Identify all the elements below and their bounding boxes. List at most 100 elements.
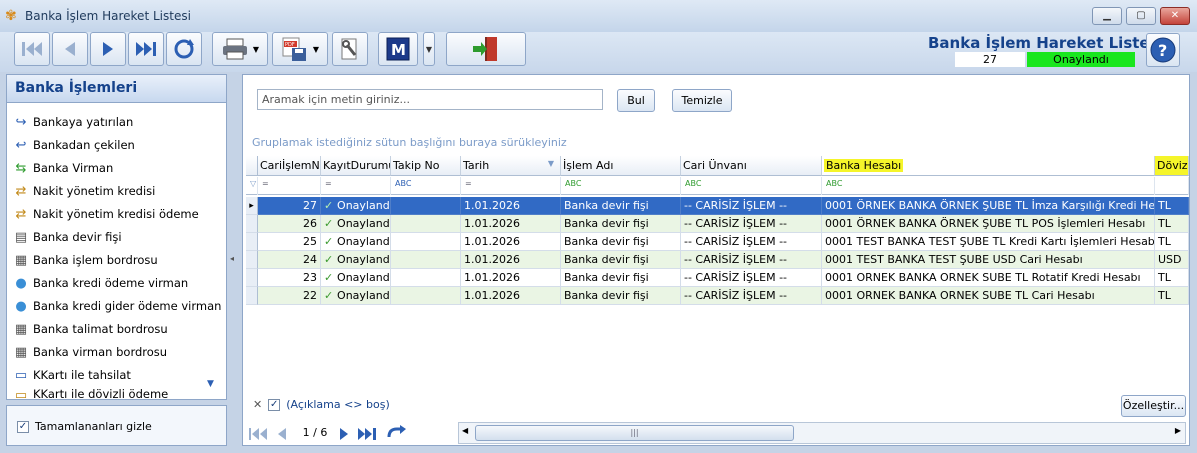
filter-cell[interactable]: = [461, 177, 561, 195]
scroll-down-icon[interactable]: ▼ [207, 379, 214, 389]
cell-cari-unvani[interactable]: -- CARİSİZ İŞLEM -- [681, 287, 822, 305]
sidebar-item-banka-virman-bordrosu[interactable]: ▦ Banka virman bordrosu [13, 342, 167, 362]
filter-text[interactable]: (Açıklama <> boş) [286, 398, 390, 411]
row-indicator[interactable] [246, 287, 258, 305]
cell-cari-unvani[interactable]: -- CARİSİZ İŞLEM -- [681, 233, 822, 251]
column-header-doviz[interactable]: Döviz [1155, 156, 1189, 176]
cell-islem-adi[interactable]: Banka devir fişi [561, 233, 681, 251]
row-indicator[interactable] [246, 215, 258, 233]
table-row[interactable]: 23 ✓ Onaylandı 1.01.2026 Banka devir fişi --… [246, 269, 1189, 287]
cell-cari-islem-no[interactable]: 26 [258, 215, 321, 233]
row-indicator[interactable]: ▸ [246, 197, 258, 215]
cell-doviz[interactable]: TL [1155, 233, 1189, 251]
sidebar-item-nakit-yonetim-kredisi[interactable]: ⇄ Nakit yönetim kredisi [13, 181, 156, 201]
maximize-button[interactable]: ▢ [1126, 7, 1156, 25]
horizontal-scrollbar[interactable]: ◀ ||| ▶ [458, 422, 1186, 444]
cell-islem-adi[interactable]: Banka devir fişi [561, 251, 681, 269]
search-input[interactable]: Aramak için metin giriniz... [257, 89, 603, 110]
row-indicator[interactable] [246, 251, 258, 269]
cell-islem-adi[interactable]: Banka devir fişi [561, 197, 681, 215]
sidebar-item-nakit-yonetim-kredisi-odeme[interactable]: ⇄ Nakit yönetim kredisi ödeme [13, 204, 199, 224]
cell-doviz[interactable]: USD [1155, 251, 1189, 269]
cell-tarih[interactable]: 1.01.2026 [461, 215, 561, 233]
filter-cell[interactable]: ABC [561, 177, 681, 195]
sidebar-item-kkarti-ile-tahsilat[interactable]: ▭ KKartı ile tahsilat [13, 365, 131, 385]
scroll-left-icon[interactable]: ◀ [462, 426, 468, 435]
cell-cari-islem-no[interactable]: 23 [258, 269, 321, 287]
nav-next-page[interactable] [337, 424, 351, 444]
first-record-button[interactable] [14, 32, 50, 66]
checkbox[interactable]: ✓ [17, 420, 29, 433]
row-indicator[interactable] [246, 269, 258, 287]
nav-first-page[interactable] [248, 424, 270, 444]
filter-cell[interactable]: ABC [681, 177, 822, 195]
column-header-banka-hesabi[interactable]: Banka Hesabı [822, 156, 1155, 176]
cell-banka-hesabi[interactable]: 0001 ORNEK BANKA ORNEK SUBE TL Cari Hesa… [822, 287, 1155, 305]
cell-tarih[interactable]: 1.01.2026 [461, 197, 561, 215]
table-row[interactable]: 24 ✓ Onaylandı 1.01.2026 Banka devir fişi --… [246, 251, 1189, 269]
m-dropdown-button[interactable]: ▼ [423, 32, 435, 66]
customize-button[interactable]: Özelleştir... [1121, 395, 1186, 417]
sidebar-item-banka-devir-fisi[interactable]: ▤ Banka devir fişi [13, 227, 122, 247]
cell-tarih[interactable]: 1.01.2026 [461, 233, 561, 251]
cell-takip-no[interactable] [391, 287, 461, 305]
table-row[interactable]: 22 ✓ Onaylandı 1.01.2026 Banka devir fişi --… [246, 287, 1189, 305]
sidebar-item-banka-virman[interactable]: ⇆ Banka Virman [13, 158, 114, 178]
cell-banka-hesabi[interactable]: 0001 ORNEK BANKA ORNEK SUBE TL Rotatif K… [822, 269, 1155, 287]
previous-record-button[interactable] [52, 32, 88, 66]
cell-takip-no[interactable] [391, 269, 461, 287]
sidebar-item-banka-kredi-gider-odeme-virman[interactable]: ● Banka kredi gider ödeme virman [13, 296, 221, 316]
scrollbar-thumb[interactable]: ||| [475, 425, 794, 441]
find-button[interactable]: Bul [617, 89, 655, 112]
column-header-kayit-durumu[interactable]: KayıtDurumu [321, 156, 391, 176]
refresh-button[interactable] [166, 32, 202, 66]
cell-tarih[interactable]: 1.01.2026 [461, 287, 561, 305]
sidebar-item-kkarti-ile-dovizli-odeme[interactable]: ▭ KKartı ile dövizli ödeme [13, 387, 168, 399]
scroll-right-icon[interactable]: ▶ [1175, 426, 1181, 435]
help-button[interactable]: ? [1146, 33, 1180, 67]
cell-kayit-durumu[interactable]: ✓ Onaylandı [321, 215, 391, 233]
cell-takip-no[interactable] [391, 197, 461, 215]
print-button[interactable]: ▼ [212, 32, 268, 66]
cell-cari-unvani[interactable]: -- CARİSİZ İŞLEM -- [681, 215, 822, 233]
clear-filter-icon[interactable]: ✕ [253, 398, 262, 411]
m-button[interactable]: M [378, 32, 418, 66]
nav-last-page[interactable] [357, 424, 379, 444]
exit-button[interactable] [446, 32, 526, 66]
cell-tarih[interactable]: 1.01.2026 [461, 269, 561, 287]
sidebar-item-bankadan-cekilen[interactable]: ↩ Bankadan çekilen [13, 135, 135, 155]
cell-cari-islem-no[interactable]: 27 [258, 197, 321, 215]
cell-cari-islem-no[interactable]: 22 [258, 287, 321, 305]
cell-tarih[interactable]: 1.01.2026 [461, 251, 561, 269]
cell-doviz[interactable]: TL [1155, 215, 1189, 233]
cell-kayit-durumu[interactable]: ✓ Onaylandı [321, 287, 391, 305]
column-header-cari-unvani[interactable]: Cari Ünvanı [681, 156, 822, 176]
table-row[interactable]: ▸ 27 ✓ Onaylandı 1.01.2026 Banka devir fişi -… [246, 197, 1189, 215]
cell-cari-unvani[interactable]: -- CARİSİZ İŞLEM -- [681, 251, 822, 269]
cell-takip-no[interactable] [391, 233, 461, 251]
filter-cell[interactable] [1155, 177, 1189, 195]
hide-completed-checkbox[interactable]: ✓ Tamamlananları gizle [17, 420, 152, 433]
cell-banka-hesabi[interactable]: 0001 ÖRNEK BANKA ÖRNEK ŞUBE TL POS İşlem… [822, 215, 1155, 233]
filter-cell[interactable]: ABC [391, 177, 461, 195]
cell-kayit-durumu[interactable]: ✓ Onaylandı [321, 197, 391, 215]
column-header-tarih[interactable]: Tarih ▼ [461, 156, 561, 176]
sidebar-item-bankaya-yatirilan[interactable]: ↪ Bankaya yatırılan [13, 112, 134, 132]
cell-islem-adi[interactable]: Banka devir fişi [561, 269, 681, 287]
cell-kayit-durumu[interactable]: ✓ Onaylandı [321, 233, 391, 251]
cell-cari-islem-no[interactable]: 25 [258, 233, 321, 251]
clear-button[interactable]: Temizle [672, 89, 732, 112]
column-header-cari-islem-no[interactable]: CariİşlemNo [258, 156, 321, 176]
cell-takip-no[interactable] [391, 251, 461, 269]
close-button[interactable]: ✕ [1160, 7, 1190, 25]
column-header-islem-adi[interactable]: İşlem Adı [561, 156, 681, 176]
cell-cari-unvani[interactable]: -- CARİSİZ İŞLEM -- [681, 269, 822, 287]
sidebar-item-banka-islem-bordrosu[interactable]: ▦ Banka işlem bordrosu [13, 250, 158, 270]
cell-cari-unvani[interactable]: -- CARİSİZ İŞLEM -- [681, 197, 822, 215]
cell-takip-no[interactable] [391, 215, 461, 233]
cell-islem-adi[interactable]: Banka devir fişi [561, 287, 681, 305]
cell-doviz[interactable]: TL [1155, 197, 1189, 215]
cell-doviz[interactable]: TL [1155, 269, 1189, 287]
export-pdf-button[interactable]: PDF ▼ [272, 32, 328, 66]
cell-banka-hesabi[interactable]: 0001 TEST BANKA TEST ŞUBE USD Cari Hesab… [822, 251, 1155, 269]
